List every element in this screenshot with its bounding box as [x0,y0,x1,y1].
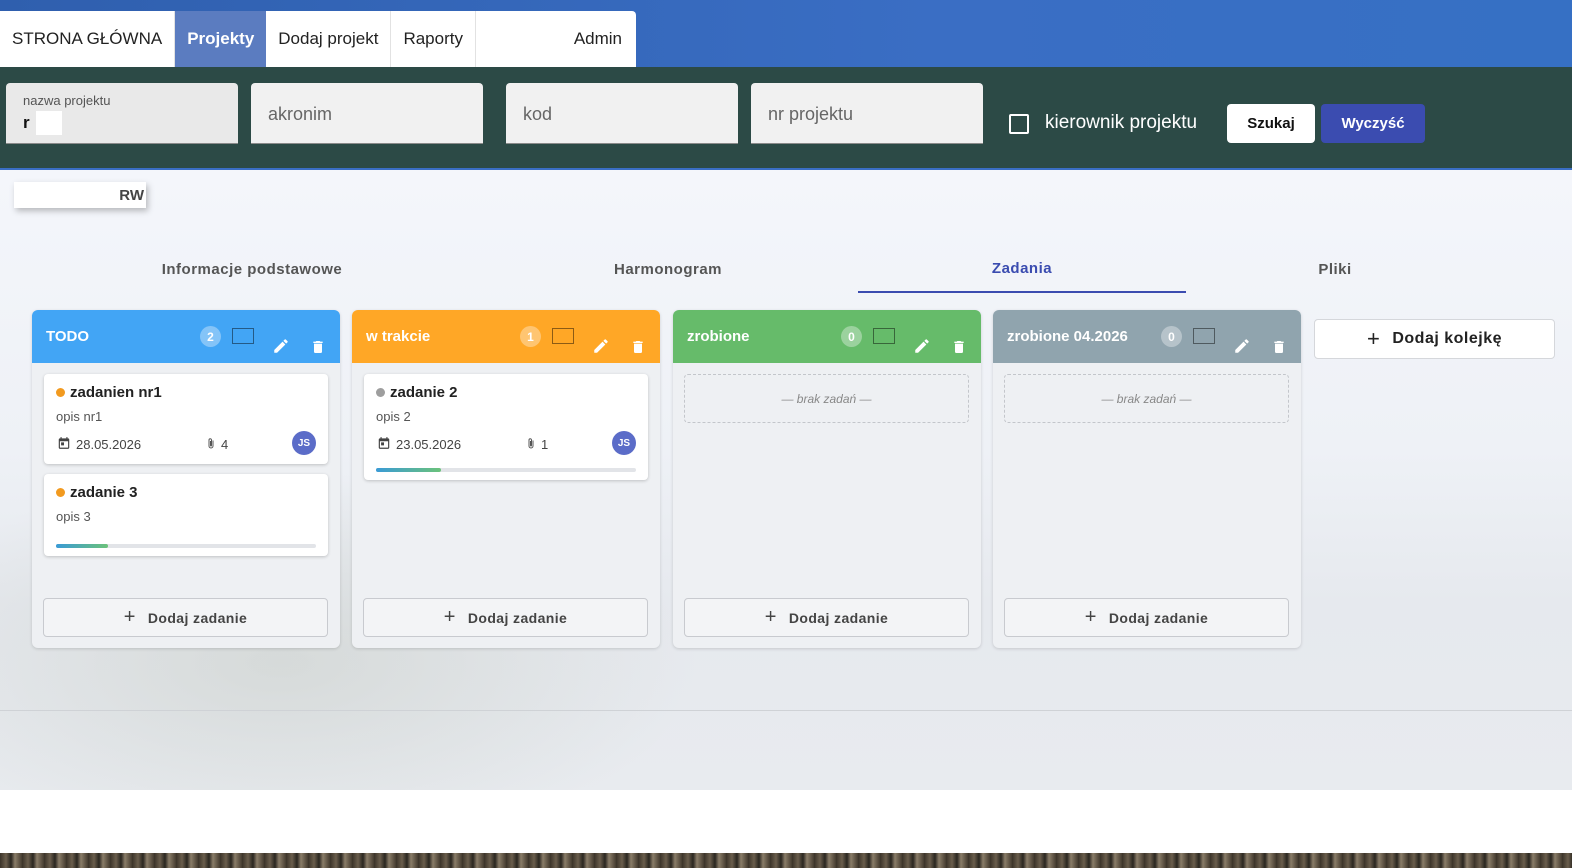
task-card[interactable]: zadanie 3 opis 3 [44,474,328,556]
task-progress-bar [56,544,316,548]
tab-schedule[interactable]: Harmonogram [530,245,806,293]
project-chip[interactable]: RW [14,182,146,208]
column-header: zrobione 0 [673,310,981,363]
empty-column-placeholder: — brak zadań — [684,374,969,423]
background-photo-strip [0,853,1572,868]
paperclip-icon [208,438,214,449]
column-count-badge: 2 [200,326,221,347]
column-header: zrobione 04.2026 0 [993,310,1301,363]
task-description: opis nr1 [56,409,103,424]
color-swatch-icon[interactable] [873,328,895,344]
board-column-done-archive: zrobione 04.2026 0 — brak zadań — + Dodaj… [993,310,1301,648]
column-count-badge: 0 [841,326,862,347]
nav-add-project[interactable]: Dodaj projekt [266,11,392,67]
column-count-badge: 1 [520,326,541,347]
assignee-avatar[interactable]: JS [612,431,636,455]
acronym-placeholder: akronim [268,104,333,124]
task-title: zadanien nr1 [70,384,162,401]
add-task-label: Dodaj zadanie [1108,609,1209,626]
nav-home[interactable]: STRONA GŁÓWNA [0,11,176,67]
priority-dot [376,388,385,397]
edit-icon[interactable] [1233,337,1251,355]
column-header: w trakcie 1 [352,310,660,363]
priority-dot [56,388,65,397]
task-progress-bar [376,468,636,472]
project-name-label: nazwa projektu [23,93,111,108]
tab-files[interactable]: Pliki [1240,245,1430,293]
task-card[interactable]: zadanie 2 opis 2 23.05.2026 1 JS [364,374,648,480]
task-title: zadanie 3 [70,484,138,501]
add-task-label: Dodaj zadanie [147,609,248,626]
color-swatch-icon[interactable] [232,328,254,344]
color-swatch-icon[interactable] [1193,328,1215,344]
board-column-in-progress: w trakcie 1 zadanie 2 opis 2 23.05.2026 … [352,310,660,648]
delete-icon[interactable] [1271,338,1287,356]
tab-basic-info[interactable]: Informacje podstawowe [100,245,404,293]
column-title[interactable]: w trakcie [366,328,430,345]
plus-icon: + [1366,326,1381,351]
priority-dot [56,488,65,497]
add-task-button[interactable]: + Dodaj zadanie [43,598,328,637]
add-queue-label: Dodaj kolejkę [1392,330,1502,347]
column-count-badge: 0 [1161,326,1182,347]
clear-button[interactable]: Wyczyść [1321,104,1425,143]
task-card[interactable]: zadanien nr1 opis nr1 28.05.2026 4 JS [44,374,328,464]
empty-column-placeholder: — brak zadań — [1004,374,1289,423]
edit-icon[interactable] [913,337,931,355]
add-task-button[interactable]: + Dodaj zadanie [363,598,648,637]
attachment-count: 4 [221,437,229,452]
column-title[interactable]: zrobione [687,328,750,345]
assignee-avatar[interactable]: JS [292,431,316,455]
column-title[interactable]: zrobione 04.2026 [1007,328,1128,345]
nav-reports[interactable]: Raporty [391,11,476,67]
delete-icon[interactable] [310,338,326,356]
edit-icon[interactable] [592,337,610,355]
nav-admin-user[interactable]: Admin [476,11,636,67]
add-queue-button[interactable]: + Dodaj kolejkę [1314,319,1555,359]
task-description: opis 2 [376,409,411,424]
nav-projects[interactable]: Projekty [175,11,267,67]
task-title: zadanie 2 [390,384,458,401]
column-title[interactable]: TODO [46,328,89,345]
attachment-count: 1 [541,437,549,452]
task-description: opis 3 [56,509,91,524]
add-task-button[interactable]: + Dodaj zadanie [684,598,969,637]
main-navbar: STRONA GŁÓWNA Projekty Dodaj projekt Rap… [0,11,636,67]
board-column-todo: TODO 2 zadanien nr1 opis nr1 28.05.2026 … [32,310,340,648]
project-manager-checkbox[interactable] [1009,114,1029,134]
plus-icon: + [443,606,456,628]
add-task-button[interactable]: + Dodaj zadanie [1004,598,1289,637]
calendar-icon [378,437,390,449]
delete-icon[interactable] [951,338,967,356]
task-due-date: 23.05.2026 [396,437,462,452]
project-name-field[interactable]: nazwa projektu r [6,83,238,144]
search-bar: nazwa projektu r akronim kod nr projektu… [0,67,1572,170]
search-button[interactable]: Szukaj [1227,104,1315,143]
redaction-mask [36,111,62,135]
main-content: RW Informacje podstawowe Harmonogram Zad… [0,170,1572,790]
acronym-field[interactable]: akronim [251,83,483,144]
plus-icon: + [1084,606,1097,628]
content-divider [0,710,1572,711]
project-number-field[interactable]: nr projektu [751,83,983,144]
edit-icon[interactable] [272,337,290,355]
project-number-placeholder: nr projektu [768,104,854,124]
project-name-value: r [23,113,30,132]
paperclip-icon [528,438,534,449]
board-column-done: zrobione 0 — brak zadań — + Dodaj zadanie [673,310,981,648]
code-field[interactable]: kod [506,83,738,144]
color-swatch-icon[interactable] [552,328,574,344]
project-tabs: Informacje podstawowe Harmonogram Zadani… [0,245,1572,293]
tab-tasks[interactable]: Zadania [858,245,1186,293]
project-manager-label[interactable]: kierownik projektu [1045,112,1197,134]
plus-icon: + [123,606,136,628]
add-task-label: Dodaj zadanie [788,609,889,626]
column-header: TODO 2 [32,310,340,363]
add-task-label: Dodaj zadanie [467,609,568,626]
calendar-icon [58,437,70,449]
task-due-date: 28.05.2026 [76,437,142,452]
plus-icon: + [764,606,777,628]
code-placeholder: kod [523,104,553,124]
delete-icon[interactable] [630,338,646,356]
